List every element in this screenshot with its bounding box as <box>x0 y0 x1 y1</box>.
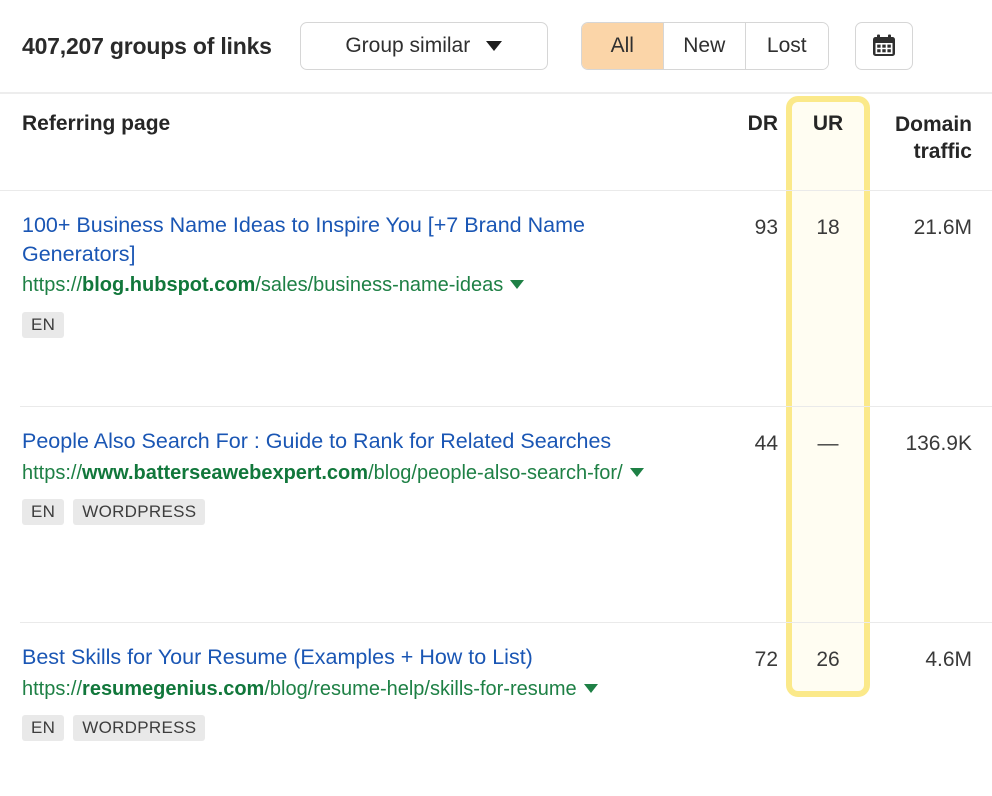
dr-value: 72 <box>710 643 786 670</box>
url-domain: resumegenius.com <box>82 678 264 700</box>
url-path: /blog/people-also-search-for/ <box>368 462 623 484</box>
referring-page-url[interactable]: https://blog.hubspot.com/sales/business-… <box>22 271 696 299</box>
tab-all[interactable]: All <box>582 23 664 69</box>
dr-value: 44 <box>710 427 786 454</box>
referring-page-cell: 100+ Business Name Ideas to Inspire You … <box>0 211 710 338</box>
link-status-segmented-control[interactable]: All New Lost <box>581 22 829 70</box>
ur-value: 26 <box>786 643 870 670</box>
url-domain: www.batterseawebexpert.com <box>82 462 368 484</box>
dr-value: 93 <box>710 211 786 238</box>
backlinks-table-screen: 407,207 groups of links Group similar Al… <box>0 0 992 796</box>
group-similar-label: Group similar <box>345 34 470 58</box>
url-scheme: https:// <box>22 462 82 484</box>
tab-new[interactable]: New <box>664 23 746 69</box>
groups-count-label: 407,207 groups of links <box>22 33 272 60</box>
chevron-down-icon <box>486 41 502 51</box>
url-scheme: https:// <box>22 274 82 296</box>
badge-language: EN <box>22 715 64 741</box>
column-header-ur[interactable]: UR <box>786 112 870 136</box>
badge-platform: WORDPRESS <box>73 715 205 741</box>
url-path: /blog/resume-help/skills-for-resume <box>264 678 576 700</box>
url-scheme: https:// <box>22 678 82 700</box>
column-header-domain-traffic-line2: traffic <box>870 139 972 166</box>
chevron-down-icon[interactable] <box>510 280 524 289</box>
domain-traffic-value: 136.9K <box>870 427 992 454</box>
referring-page-title-link[interactable]: People Also Search For : Guide to Rank f… <box>22 427 696 456</box>
badge-list: EN <box>22 312 696 338</box>
referring-page-title-link[interactable]: Best Skills for Your Resume (Examples + … <box>22 643 696 672</box>
referring-page-url[interactable]: https://www.batterseawebexpert.com/blog/… <box>22 459 696 487</box>
tab-lost[interactable]: Lost <box>746 23 828 69</box>
table-row: Best Skills for Your Resume (Examples + … <box>0 623 992 783</box>
column-header-referring-page[interactable]: Referring page <box>0 112 710 136</box>
badge-language: EN <box>22 312 64 338</box>
column-header-domain-traffic[interactable]: Domain traffic <box>870 112 992 166</box>
table-header-row: Referring page DR UR Domain traffic <box>0 94 992 190</box>
referring-page-title-link[interactable]: 100+ Business Name Ideas to Inspire You … <box>22 211 696 268</box>
ur-value: — <box>786 427 870 454</box>
table-row: 100+ Business Name Ideas to Inspire You … <box>0 191 992 406</box>
chevron-down-icon[interactable] <box>630 468 644 477</box>
ur-value: 18 <box>786 211 870 238</box>
column-header-dr[interactable]: DR <box>710 112 786 136</box>
badge-list: EN WORDPRESS <box>22 715 696 741</box>
table-row: People Also Search For : Guide to Rank f… <box>0 407 992 622</box>
group-similar-dropdown[interactable]: Group similar <box>300 22 548 70</box>
badge-platform: WORDPRESS <box>73 499 205 525</box>
url-path: /sales/business-name-ideas <box>255 274 503 296</box>
badge-list: EN WORDPRESS <box>22 499 696 525</box>
domain-traffic-value: 4.6M <box>870 643 992 670</box>
referring-page-cell: People Also Search For : Guide to Rank f… <box>0 427 710 525</box>
referring-page-url[interactable]: https://resumegenius.com/blog/resume-hel… <box>22 675 696 703</box>
date-picker-button[interactable] <box>855 22 913 70</box>
referring-page-cell: Best Skills for Your Resume (Examples + … <box>0 643 710 741</box>
column-header-domain-traffic-line1: Domain <box>870 112 972 139</box>
domain-traffic-value: 21.6M <box>870 211 992 238</box>
url-domain: blog.hubspot.com <box>82 274 255 296</box>
toolbar: 407,207 groups of links Group similar Al… <box>0 0 992 92</box>
badge-language: EN <box>22 499 64 525</box>
referring-pages-table: Referring page DR UR Domain traffic 100+… <box>0 94 992 783</box>
chevron-down-icon[interactable] <box>584 684 598 693</box>
calendar-icon <box>871 33 897 59</box>
